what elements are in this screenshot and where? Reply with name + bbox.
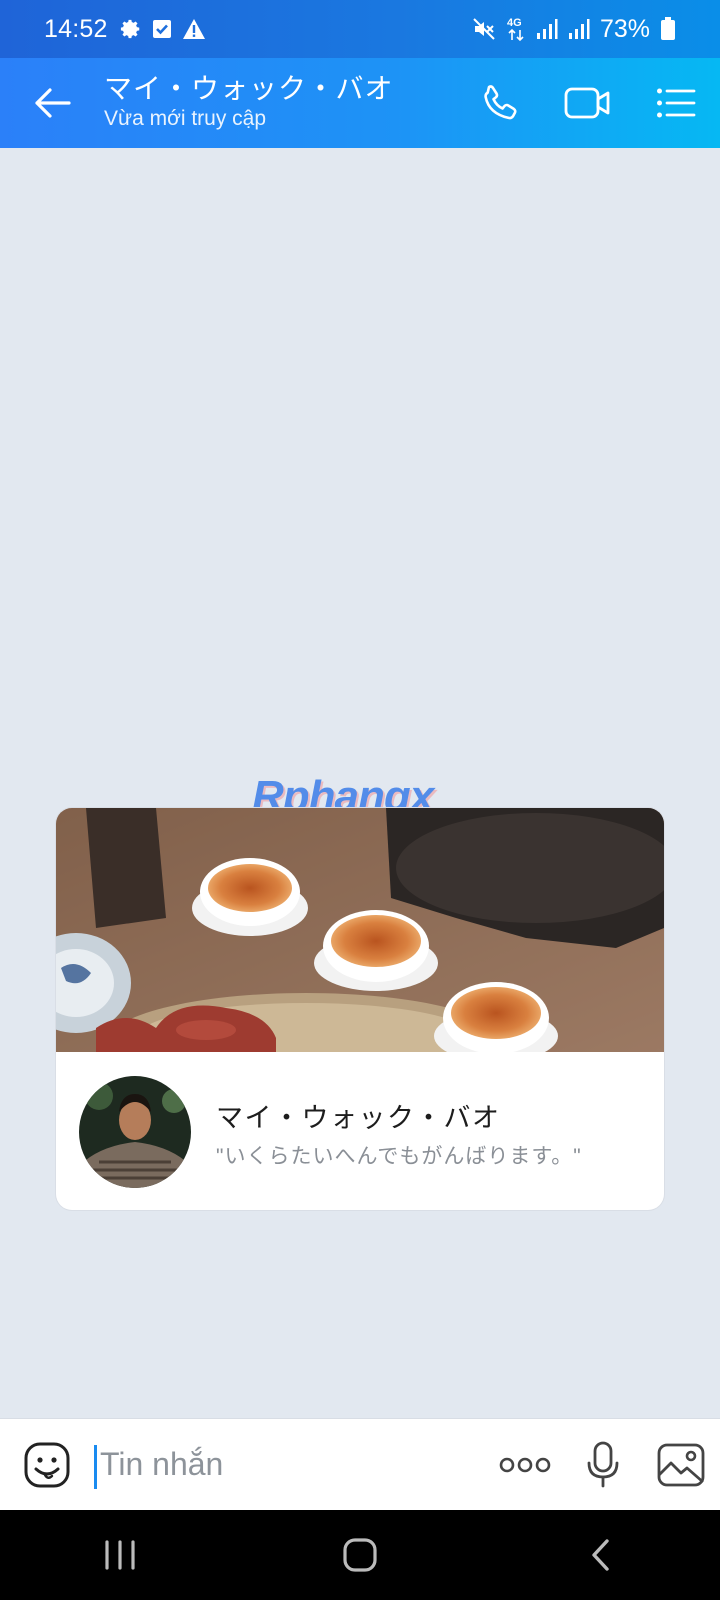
last-seen-status: Vừa mới truy cập <box>104 107 267 130</box>
more-options-button[interactable] <box>486 1419 564 1511</box>
profile-card[interactable]: マイ・ウォック・バオ "いくらたいへんでもがんばります。" <box>56 808 664 1210</box>
home-icon <box>343 1538 377 1572</box>
card-contact-name: マイ・ウォック・バオ <box>216 1103 501 1133</box>
chevron-left-icon <box>592 1539 609 1571</box>
text-cursor <box>94 1444 97 1489</box>
chat-header: マイ・ウォック・バオ Vừa mới truy cập <box>0 58 720 148</box>
signal-icon <box>536 19 558 39</box>
video-camera-icon <box>564 87 610 119</box>
chat-menu-button[interactable] <box>632 58 720 148</box>
card-info: マイ・ウォック・バオ "いくらたいへんでもがんばります。" <box>56 1052 664 1210</box>
recent-apps-icon <box>105 1540 135 1570</box>
message-input-wrap <box>94 1419 486 1511</box>
header-actions <box>456 58 720 148</box>
phone-icon <box>484 85 517 120</box>
status-left-icons <box>120 18 206 40</box>
more-dots-icon <box>499 1457 551 1472</box>
status-right-icons: 4G 73% <box>472 15 676 44</box>
battery-icon <box>661 17 675 40</box>
gear-icon <box>120 19 139 39</box>
voice-call-button[interactable] <box>456 58 544 148</box>
back-button[interactable] <box>0 58 104 148</box>
microphone-icon <box>587 1441 619 1487</box>
battery-percent: 73% <box>599 14 650 43</box>
status-bar: 14:52 4G 73% <box>0 0 720 58</box>
message-input[interactable] <box>94 1445 486 1484</box>
video-call-button[interactable] <box>544 58 632 148</box>
check-square-icon <box>152 20 171 38</box>
status-time: 14:52 <box>44 14 108 43</box>
warning-icon <box>182 19 205 39</box>
signal-icon <box>568 19 590 39</box>
message-composer <box>0 1418 720 1510</box>
menu-list-icon <box>657 88 696 118</box>
image-icon <box>657 1443 705 1486</box>
home-button[interactable] <box>300 1510 420 1600</box>
card-status-message: "いくらたいへんでもがんばります。" <box>216 1145 582 1168</box>
system-nav-bar <box>0 1510 720 1600</box>
contact-title-block[interactable]: マイ・ウォック・バオ Vừa mới truy cập <box>104 73 393 133</box>
mute-icon <box>473 18 495 40</box>
contact-name: マイ・ウォック・バオ <box>104 73 394 104</box>
network-4g-icon: 4G <box>507 17 524 42</box>
sticker-button[interactable] <box>0 1419 94 1511</box>
avatar[interactable] <box>79 1076 191 1188</box>
avatar-photo <box>79 1076 191 1188</box>
svg-text:4G: 4G <box>507 17 522 29</box>
sticker-icon <box>24 1442 70 1487</box>
voice-message-button[interactable] <box>564 1419 642 1511</box>
back-arrow-icon <box>35 88 71 118</box>
cover-photo <box>56 808 664 1052</box>
send-image-button[interactable] <box>642 1419 720 1511</box>
system-back-button[interactable] <box>540 1510 660 1600</box>
recent-apps-button[interactable] <box>60 1510 180 1600</box>
